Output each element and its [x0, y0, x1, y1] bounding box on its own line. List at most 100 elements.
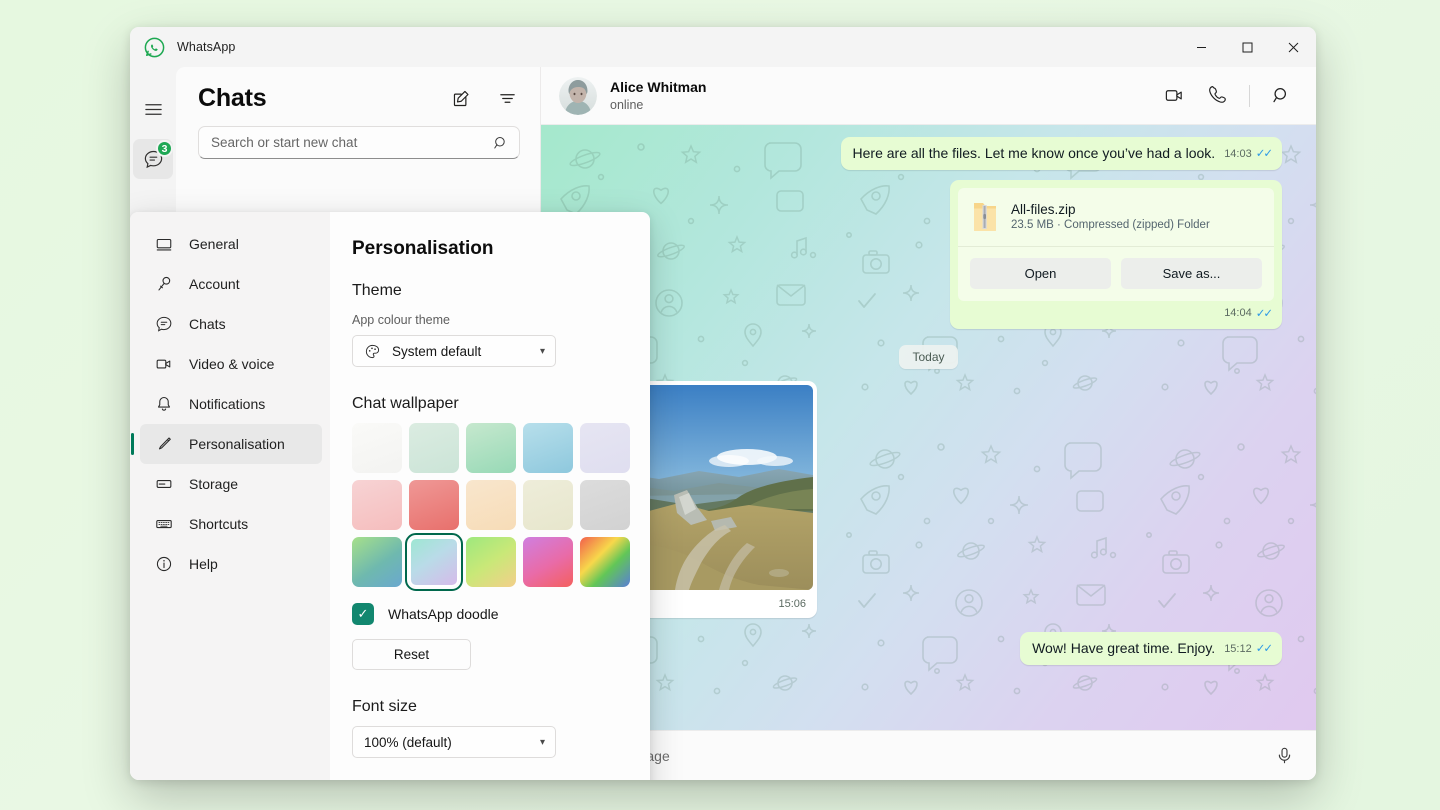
- message-meta: 14:03 ✓✓: [1224, 146, 1271, 163]
- wallpaper-swatch-lavender[interactable]: [580, 423, 630, 473]
- palette-icon: [364, 343, 381, 360]
- font-size-dropdown[interactable]: 100% (default) ▾: [352, 726, 556, 758]
- message-composer: [541, 730, 1316, 780]
- doodle-checkbox-row[interactable]: ✓ WhatsApp doodle: [352, 603, 622, 625]
- close-button[interactable]: [1270, 27, 1316, 67]
- font-size-heading: Font size: [352, 698, 622, 716]
- sidebar-item-label: Personalisation: [189, 436, 285, 452]
- chat-wallpaper: Here are all the files. Let me know once…: [541, 125, 1316, 730]
- sidebar-item-storage[interactable]: Storage: [140, 464, 322, 504]
- zip-file-icon: [972, 201, 998, 233]
- message-input[interactable]: [567, 748, 1275, 764]
- desktop-background: WhatsApp: [0, 0, 1440, 810]
- message-bubble-file[interactable]: All-files.zip 23.5 MB · Compressed (zipp…: [950, 180, 1282, 329]
- wallpaper-swatch-mint-pale[interactable]: [409, 423, 459, 473]
- message-time: 15:06: [778, 598, 806, 610]
- wallpaper-swatch-rainbow[interactable]: [580, 537, 630, 587]
- minimize-button[interactable]: [1178, 27, 1224, 67]
- settings-content: Personalisation Theme App colour theme: [330, 212, 650, 780]
- doodle-label: WhatsApp doodle: [388, 606, 499, 622]
- paintbrush-icon: [154, 434, 174, 454]
- wallpaper-swatch-cream[interactable]: [523, 480, 573, 530]
- message-bubble-text[interactable]: Wow! Have great time. Enjoy. 15:12 ✓✓: [1020, 632, 1282, 665]
- app-colour-theme-value: System default: [392, 344, 481, 359]
- conversation-actions: [1161, 83, 1294, 109]
- message-meta: 15:12 ✓✓: [1224, 641, 1271, 658]
- sidebar-item-chats[interactable]: Chats: [140, 304, 322, 344]
- app-colour-theme-dropdown[interactable]: System default ▾: [352, 335, 556, 367]
- message-list[interactable]: Here are all the files. Let me know once…: [541, 125, 1316, 730]
- read-receipt-icon: ✓✓: [1256, 306, 1271, 320]
- contact-name: Alice Whitman: [610, 78, 706, 97]
- sidebar-item-help[interactable]: Help: [140, 544, 322, 584]
- avatar[interactable]: [559, 77, 597, 115]
- search-icon: [493, 135, 509, 151]
- maximize-button[interactable]: [1224, 27, 1270, 67]
- wallpaper-swatch-green[interactable]: [466, 423, 516, 473]
- search-input[interactable]: [211, 135, 493, 150]
- chevron-down-icon: ▾: [540, 346, 545, 357]
- wallpaper-swatch-peach[interactable]: [466, 480, 516, 530]
- conversation-pane: Alice Whitman online: [541, 67, 1316, 780]
- microphone-icon[interactable]: [1275, 746, 1294, 765]
- message-row: All-files.zip 23.5 MB · Compressed (zipp…: [575, 180, 1282, 329]
- chat-list-actions: [448, 86, 520, 112]
- filter-chats-icon[interactable]: [494, 86, 520, 112]
- video-call-icon[interactable]: [1161, 83, 1187, 109]
- voice-call-icon[interactable]: [1205, 83, 1231, 109]
- sidebar-item-label: Help: [189, 556, 218, 572]
- sidebar-item-general[interactable]: General: [140, 224, 322, 264]
- wallpaper-swatch-red[interactable]: [409, 480, 459, 530]
- message-row: here! 15:06: [575, 381, 1282, 618]
- sidebar-item-account[interactable]: Account: [140, 264, 322, 304]
- date-divider: Today: [899, 345, 957, 369]
- contact-info[interactable]: Alice Whitman online: [610, 78, 706, 113]
- rail-item-chats[interactable]: 3: [133, 139, 173, 179]
- message-time: 14:03: [1224, 147, 1252, 162]
- sidebar-item-personalisation[interactable]: Personalisation: [140, 424, 322, 464]
- file-card: All-files.zip 23.5 MB · Compressed (zipp…: [958, 188, 1274, 301]
- sidebar-item-video-voice[interactable]: Video & voice: [140, 344, 322, 384]
- page-title: Personalisation: [352, 238, 622, 260]
- search-box[interactable]: [198, 126, 520, 159]
- chat-bubble-icon: [154, 314, 174, 334]
- chats-unread-badge: 3: [156, 140, 173, 157]
- wallpaper-heading: Chat wallpaper: [352, 395, 622, 413]
- wallpaper-swatch-pink-pale[interactable]: [352, 480, 402, 530]
- window-body: 3 Chats: [130, 67, 1316, 780]
- divider: [1249, 85, 1250, 107]
- wallpaper-swatch-magenta-red[interactable]: [523, 537, 573, 587]
- hamburger-menu-button[interactable]: [133, 89, 173, 129]
- settings-nav: General Account: [130, 212, 330, 780]
- new-chat-icon[interactable]: [448, 86, 474, 112]
- wallpaper-swatch-grid[interactable]: [352, 423, 622, 587]
- window-controls: [1178, 27, 1316, 67]
- file-actions: Open Save as...: [958, 246, 1274, 301]
- theme-heading: Theme: [352, 282, 622, 300]
- wallpaper-swatch-blue[interactable]: [523, 423, 573, 473]
- sidebar-item-shortcuts[interactable]: Shortcuts: [140, 504, 322, 544]
- message-meta: 14:04 ✓✓: [958, 301, 1274, 321]
- open-file-button[interactable]: Open: [970, 258, 1111, 289]
- window-title: WhatsApp: [177, 40, 235, 54]
- message-bubble-text[interactable]: Here are all the files. Let me know once…: [841, 137, 1282, 170]
- message-time: 14:04: [1224, 307, 1252, 319]
- reset-button[interactable]: Reset: [352, 639, 471, 670]
- sidebar-item-label: Chats: [189, 316, 226, 332]
- key-icon: [154, 274, 174, 294]
- doodle-checkbox[interactable]: ✓: [352, 603, 374, 625]
- wallpaper-swatch-lime-peach[interactable]: [466, 537, 516, 587]
- whatsapp-window: WhatsApp: [130, 27, 1316, 780]
- wallpaper-swatch-green-blue[interactable]: [352, 537, 402, 587]
- message-time: 15:12: [1224, 642, 1252, 657]
- sidebar-item-notifications[interactable]: Notifications: [140, 384, 322, 424]
- sidebar-item-label: Storage: [189, 476, 238, 492]
- search-in-chat-icon[interactable]: [1268, 83, 1294, 109]
- settings-overlay: General Account: [130, 212, 650, 780]
- wallpaper-swatch-white[interactable]: [352, 423, 402, 473]
- file-name: All-files.zip: [1011, 202, 1210, 217]
- wallpaper-swatch-teal-purple[interactable]: [409, 537, 459, 587]
- save-as-button[interactable]: Save as...: [1121, 258, 1262, 289]
- wallpaper-swatch-grey[interactable]: [580, 480, 630, 530]
- sidebar-item-label: Shortcuts: [189, 516, 248, 532]
